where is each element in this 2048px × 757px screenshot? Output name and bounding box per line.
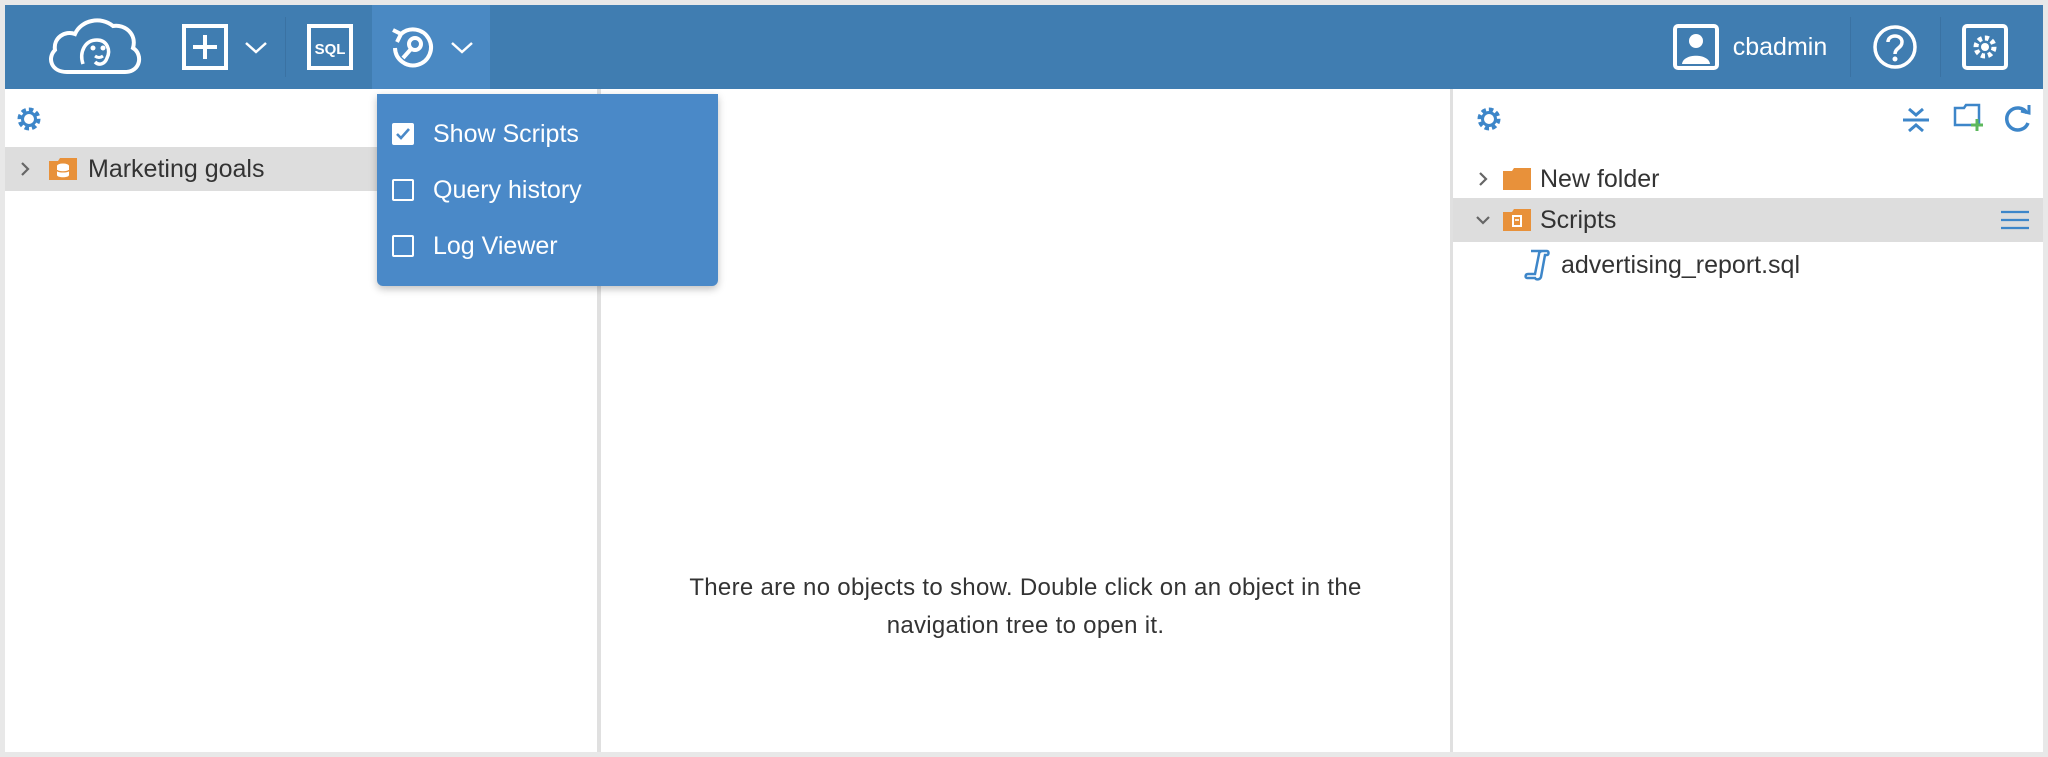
help-button[interactable] [1850, 5, 1940, 89]
collapse-all-icon[interactable] [1901, 107, 1931, 133]
sql-editor-button[interactable]: SQL [295, 5, 365, 89]
chevron-down-icon [245, 42, 267, 54]
gear-icon[interactable] [15, 105, 43, 133]
chevron-down-icon [451, 42, 473, 54]
svg-text:SQL: SQL [315, 41, 346, 58]
toolbar-divider [285, 17, 286, 77]
tree-node-new-folder[interactable]: New folder [1453, 157, 2043, 201]
app-window: SQL cbadmin Marketing goals There are no… [5, 5, 2043, 752]
menu-item-label: Show Scripts [433, 119, 579, 148]
checkbox-checked-icon[interactable] [392, 123, 414, 145]
top-navigation-bar: SQL cbadmin [5, 5, 2043, 89]
new-folder-icon[interactable] [1953, 103, 1985, 133]
sql-icon: SQL [307, 24, 353, 70]
tree-node-script-file[interactable]: advertising_report.sql [1453, 243, 2043, 287]
scripts-panel: New folder Scripts advertising_report.sq… [1453, 89, 2043, 752]
help-icon [1873, 25, 1917, 69]
empty-message-line: There are no objects to show. Double cli… [689, 574, 1362, 601]
tree-node-label: advertising_report.sql [1561, 250, 1801, 279]
checkbox-icon[interactable] [392, 179, 414, 201]
gear-icon[interactable] [1475, 105, 1503, 133]
menu-item-label: Query history [433, 175, 582, 204]
menu-item-log-viewer[interactable]: Log Viewer [392, 226, 558, 266]
beaver-logo-icon [49, 18, 142, 74]
tools-history-icon [392, 27, 433, 68]
checkbox-icon[interactable] [392, 235, 414, 257]
script-file-icon [1524, 249, 1550, 281]
new-connection-button[interactable] [170, 5, 280, 89]
chevron-down-icon[interactable] [1475, 212, 1491, 228]
plus-box-icon [182, 24, 228, 70]
user-menu-button[interactable]: cbadmin [1655, 5, 1845, 89]
chevron-right-icon[interactable] [1475, 171, 1491, 187]
tree-node-label: New folder [1540, 164, 1660, 193]
refresh-icon[interactable] [2003, 105, 2033, 133]
empty-message-line: navigation tree to open it. [886, 612, 1165, 639]
scripts-folder-icon [1503, 209, 1531, 231]
editor-area: There are no objects to show. Double cli… [601, 89, 1453, 752]
settings-button[interactable] [1940, 5, 2030, 89]
tools-dropdown-menu: Show Scripts Query history Log Viewer [377, 94, 718, 286]
folder-icon [1503, 168, 1531, 190]
empty-state-message: There are no objects to show. Double cli… [601, 569, 1450, 645]
database-folder-icon [49, 158, 77, 180]
user-name: cbadmin [1732, 32, 1828, 61]
menu-item-show-scripts[interactable]: Show Scripts [392, 114, 579, 154]
menu-item-query-history[interactable]: Query history [392, 170, 582, 210]
tree-node-scripts[interactable]: Scripts [1453, 198, 2043, 242]
chevron-right-icon[interactable] [17, 161, 33, 177]
tree-node-label: Scripts [1540, 205, 1617, 234]
hamburger-menu-icon[interactable] [1999, 209, 2031, 231]
tools-menu-button[interactable] [372, 5, 490, 89]
tree-node-label: Marketing goals [88, 154, 265, 183]
gear-icon [1962, 24, 2008, 70]
menu-item-label: Log Viewer [433, 231, 558, 260]
cloudbeaver-logo[interactable] [35, 5, 155, 89]
user-icon [1672, 24, 1719, 70]
